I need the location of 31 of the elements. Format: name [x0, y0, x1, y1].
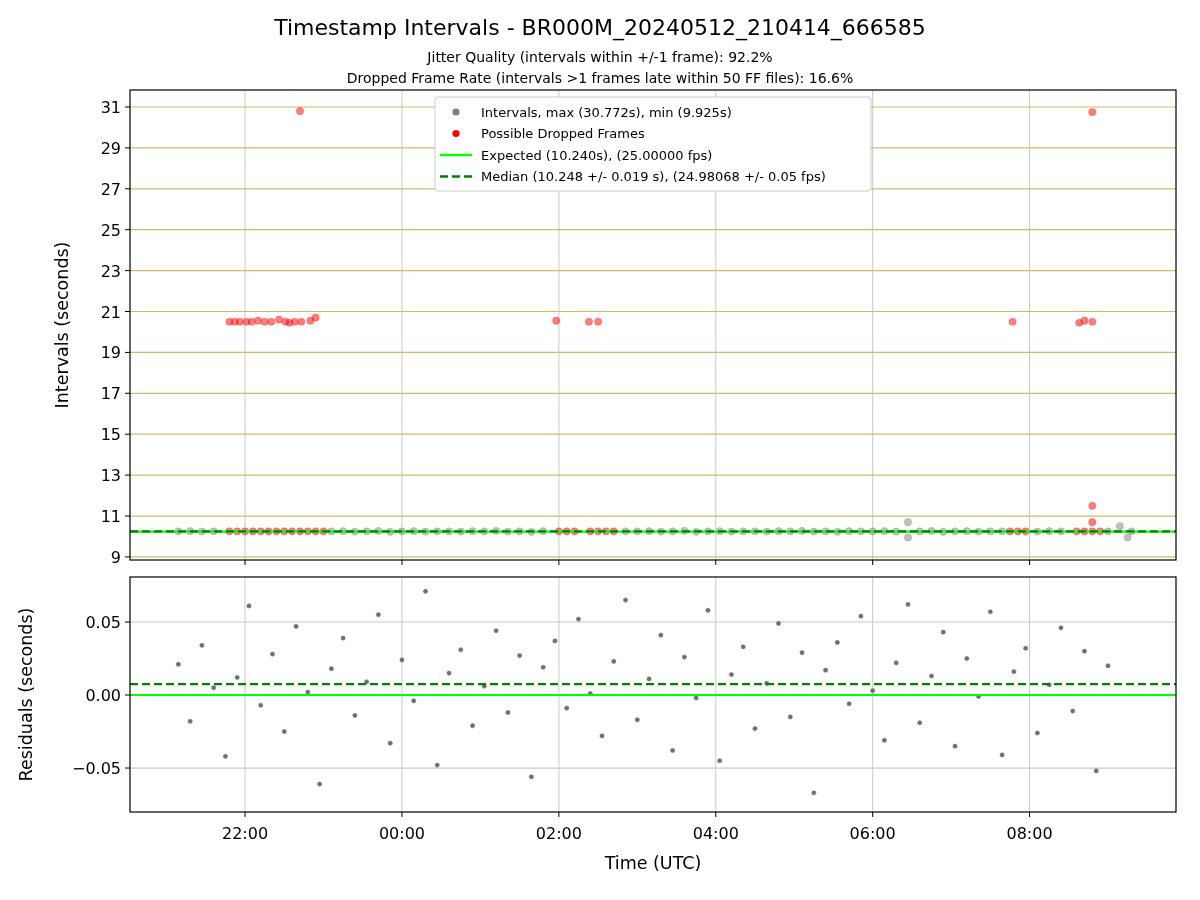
tick-label: 9	[110, 547, 121, 567]
tick-label: 02:00	[535, 824, 582, 843]
tick-label: 0.00	[85, 686, 121, 705]
chart-subtitle: Jitter Quality (intervals within +/-1 frame): 92.2%	[427, 48, 773, 67]
legend-label: Intervals, max (30.772s), min (9.925s)	[481, 104, 732, 120]
chart-title: Timestamp Intervals - BR000M_20240512_210414_666585	[274, 15, 926, 41]
tick-label: 21	[100, 302, 121, 322]
tick-label: 06:00	[849, 824, 896, 843]
tick-label: 17	[100, 384, 121, 404]
tick-label: 00:00	[378, 824, 425, 843]
tick-label: 31	[100, 98, 121, 117]
tick-label: 23	[100, 261, 121, 281]
tick-label: −0.05	[71, 759, 121, 779]
tick-label: 04:00	[692, 824, 739, 843]
tick-label: 27	[100, 179, 121, 199]
tick-label: 29	[100, 138, 121, 158]
tick-label: 25	[100, 220, 121, 240]
tick-label: 19	[100, 343, 121, 363]
axis-title: Time (UTC)	[604, 853, 702, 873]
tick-label: 13	[100, 466, 121, 486]
tick-label: 22:00	[222, 824, 269, 843]
legend-label: Median (10.248 +/- 0.019 s), (24.98068 +/- 0.05 fps)	[481, 169, 826, 184]
tick-label: 0.05	[85, 613, 121, 632]
legend-label: Possible Dropped Frames	[481, 126, 645, 141]
axis-title: Intervals (seconds)	[52, 241, 72, 409]
tick-label: 15	[100, 425, 121, 445]
tick-label: 08:00	[1006, 824, 1053, 843]
axis-title: Residuals (seconds)	[16, 607, 36, 782]
legend-label: Expected (10.240s), (25.00000 fps)	[481, 147, 713, 163]
chart-subtitle: Dropped Frame Rate (intervals >1 frames late within 50 FF files): 16.6%	[346, 69, 854, 88]
tick-label: 11	[100, 507, 121, 527]
